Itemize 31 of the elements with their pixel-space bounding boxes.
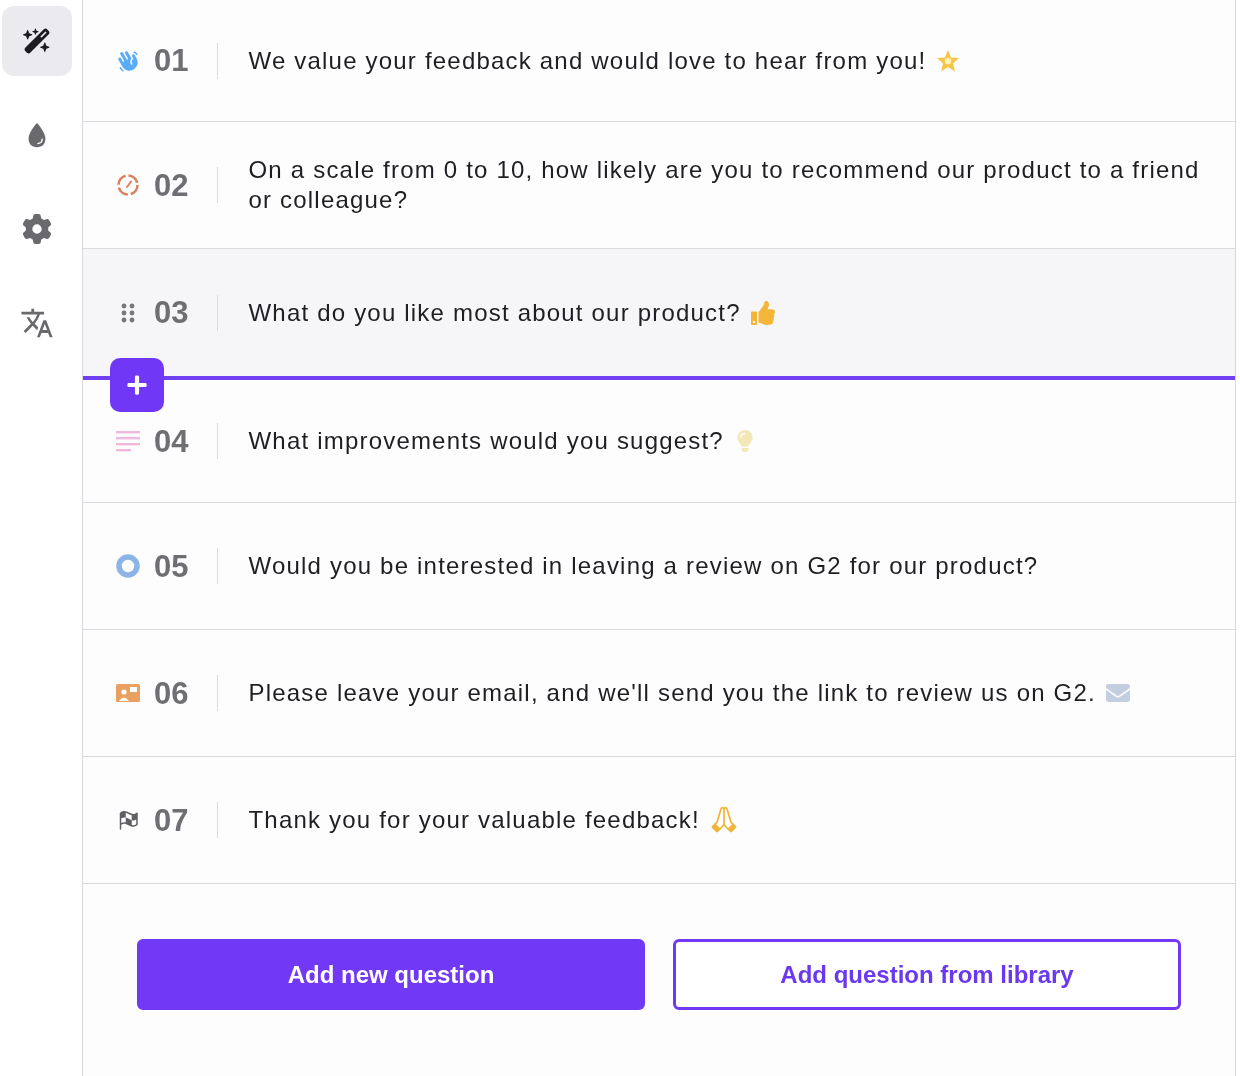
action-button[interactable]: Add question from library [673,939,1181,1010]
contact-card-icon [116,684,140,702]
question-text: On a scale from 0 to 10, how likely are you to recommend our product to a friend or colleague? [248,155,1201,215]
thumbs-up-icon [750,300,775,325]
translate-icon [20,306,54,340]
praying-hands-icon [709,806,738,834]
question-number: 06 [154,677,189,709]
question-text: What do you like most about our product? [248,297,741,328]
question-number: 02 [154,169,189,201]
action-button[interactable]: Add new question [137,939,645,1010]
question-text: Would you be interested in leaving a review on G2 for our product? [248,551,1039,581]
question-text: Thank you for your valuable feedback! [248,805,700,835]
question-number: 07 [154,804,189,836]
question-text: What improvements would you suggest? [248,426,724,456]
question-number: 01 [154,45,189,76]
question-number: 03 [154,297,189,328]
add-question-button[interactable] [110,358,164,412]
gauge-icon [116,173,140,197]
envelope-icon [1105,681,1130,705]
ring-icon [116,554,140,578]
magic-wand-icon [23,27,51,55]
plus-icon [126,374,148,396]
settings-icon [22,214,52,244]
question-number: 04 [154,425,189,457]
question-text: Please leave your email, and we'll send you the link to review us on G2. [248,678,1096,708]
star-emoji-icon [936,48,961,73]
question-text: We value your feedback and would love to hear from you! [248,45,927,76]
text-lines-icon [116,429,140,453]
sidebar-tab[interactable] [2,6,72,76]
question-row[interactable]: 03 What do you like most about our product? [83,249,1235,376]
question-number: 05 [154,550,189,582]
